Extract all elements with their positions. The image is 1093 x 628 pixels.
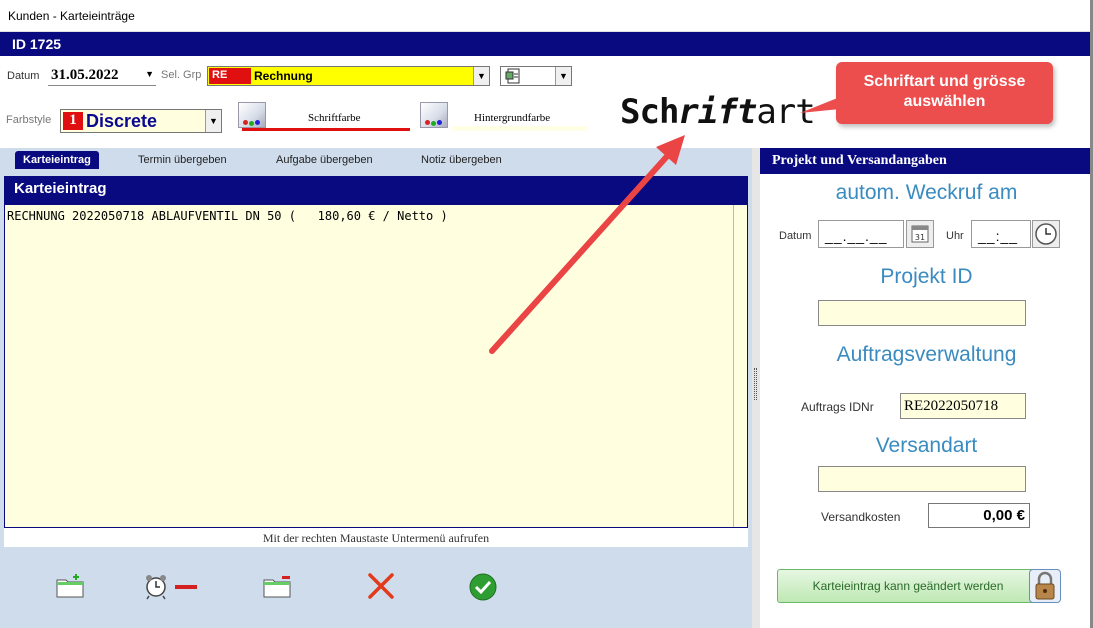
farbstyle-label: Farbstyle — [6, 114, 52, 126]
tab-karteieintrag[interactable]: Karteieintrag — [15, 151, 99, 169]
entry-scrollbar[interactable] — [733, 205, 747, 527]
weckruf-title: autom. Weckruf am — [835, 181, 1018, 204]
confirm-button[interactable] — [468, 572, 498, 601]
calendar-button[interactable]: 31 — [906, 220, 934, 248]
auftrag-label: Auftrags IDNr — [801, 400, 874, 414]
datum-mask: __.__.__ — [825, 228, 888, 244]
folder-add-icon — [56, 574, 84, 598]
schriftfarbe-button[interactable]: Schriftfarbe — [238, 102, 410, 132]
versand-title: Versandart — [875, 434, 978, 457]
icon-combo[interactable]: ▼ — [500, 66, 572, 86]
chevron-down-icon[interactable]: ▼ — [555, 67, 571, 85]
lock-icon — [1035, 571, 1055, 600]
selgrp-code: RE — [209, 68, 251, 84]
new-entry-button[interactable] — [55, 572, 85, 600]
datum-field[interactable]: 31.05.2022 ▼ — [48, 66, 156, 86]
schriftfarbe-swatch — [242, 128, 410, 131]
hintergrundfarbe-label: Hintergrundfarbe — [474, 112, 551, 124]
selgrp-combo[interactable]: RE Rechnung ▼ — [207, 66, 490, 86]
uhr-mask: __:__ — [978, 228, 1019, 244]
datum-value: 31.05.2022 — [51, 67, 119, 83]
farbstyle-num: 1 — [63, 112, 83, 130]
chevron-down-icon[interactable]: ▼ — [145, 69, 154, 79]
weckruf-datum-field[interactable]: __.__.__ — [818, 220, 904, 248]
farbstyle-value: Discrete — [86, 111, 158, 131]
palette-icon — [420, 102, 448, 128]
farbstyle-combo[interactable]: 1 Discrete ▼ — [60, 109, 222, 133]
auftrag-title: Auftragsverwaltung — [836, 343, 1017, 366]
auftrag-value: RE2022050718 — [904, 398, 999, 414]
projekt-title: Projekt ID — [880, 265, 973, 288]
panel-splitter[interactable] — [752, 148, 760, 628]
auftrag-idnr-field[interactable]: RE2022050718 — [900, 393, 1026, 419]
callout-pointer — [800, 97, 840, 113]
weckruf-uhr-field[interactable]: __:__ — [971, 220, 1031, 248]
id-bar: ID 1725 — [0, 32, 1093, 56]
datum-label: Datum — [7, 70, 40, 82]
document-icon — [505, 68, 520, 84]
context-menu-hint: Mit der rechten Maustaste Untermenü aufr… — [4, 528, 748, 547]
right-panel-header: Projekt und Versandangaben — [760, 148, 1093, 174]
callout-line-1: Schriftart und grösse — [863, 73, 1026, 90]
window-title: Kunden - Karteieinträge — [8, 9, 135, 23]
entry-text: RECHNUNG 2022050718 ABLAUFVENTIL DN 50 (… — [7, 209, 448, 223]
remove-reminder-button[interactable] — [144, 572, 200, 600]
annotation-arrow — [489, 135, 685, 354]
tab-termin[interactable]: Termin übergeben — [138, 154, 227, 166]
minus-icon — [175, 585, 197, 589]
weckruf-datum-label: Datum — [779, 230, 812, 242]
selgrp-label: Sel. Grp — [161, 69, 202, 81]
chevron-down-icon[interactable]: ▼ — [473, 67, 489, 85]
clock-button[interactable] — [1032, 220, 1060, 248]
folder-icon — [263, 576, 291, 598]
splitter-grip[interactable] — [754, 368, 757, 400]
versandkosten-label: Versandkosten — [821, 510, 901, 524]
edit-entry-button[interactable] — [262, 572, 292, 600]
clock-icon — [1035, 223, 1057, 245]
versandkosten-field[interactable]: 0,00 € — [928, 503, 1030, 528]
schriftfarbe-label: Schriftfarbe — [308, 112, 361, 124]
close-icon — [368, 573, 394, 599]
title-bar: Kunden - Karteieinträge — [0, 0, 1093, 32]
alarm-clock-icon — [146, 575, 166, 600]
lock-button[interactable] — [1029, 569, 1061, 603]
chevron-down-icon[interactable]: ▼ — [205, 110, 221, 132]
projekt-id-field[interactable] — [818, 300, 1026, 326]
check-icon — [469, 573, 497, 601]
callout-line-2: auswählen — [903, 93, 986, 110]
annotation-callout: Schriftart und grösse auswählen — [836, 62, 1053, 124]
palette-icon — [238, 102, 266, 128]
svg-text:31: 31 — [915, 233, 925, 242]
cancel-button[interactable] — [366, 572, 396, 600]
versandart-field[interactable] — [818, 466, 1026, 492]
tab-aufgabe[interactable]: Aufgabe übergeben — [276, 154, 373, 166]
selgrp-value: Rechnung — [254, 69, 313, 83]
edit-status-button[interactable]: Karteieintrag kann geändert werden — [777, 569, 1039, 603]
calendar-icon: 31 — [911, 225, 929, 243]
uhr-label: Uhr — [946, 230, 964, 242]
